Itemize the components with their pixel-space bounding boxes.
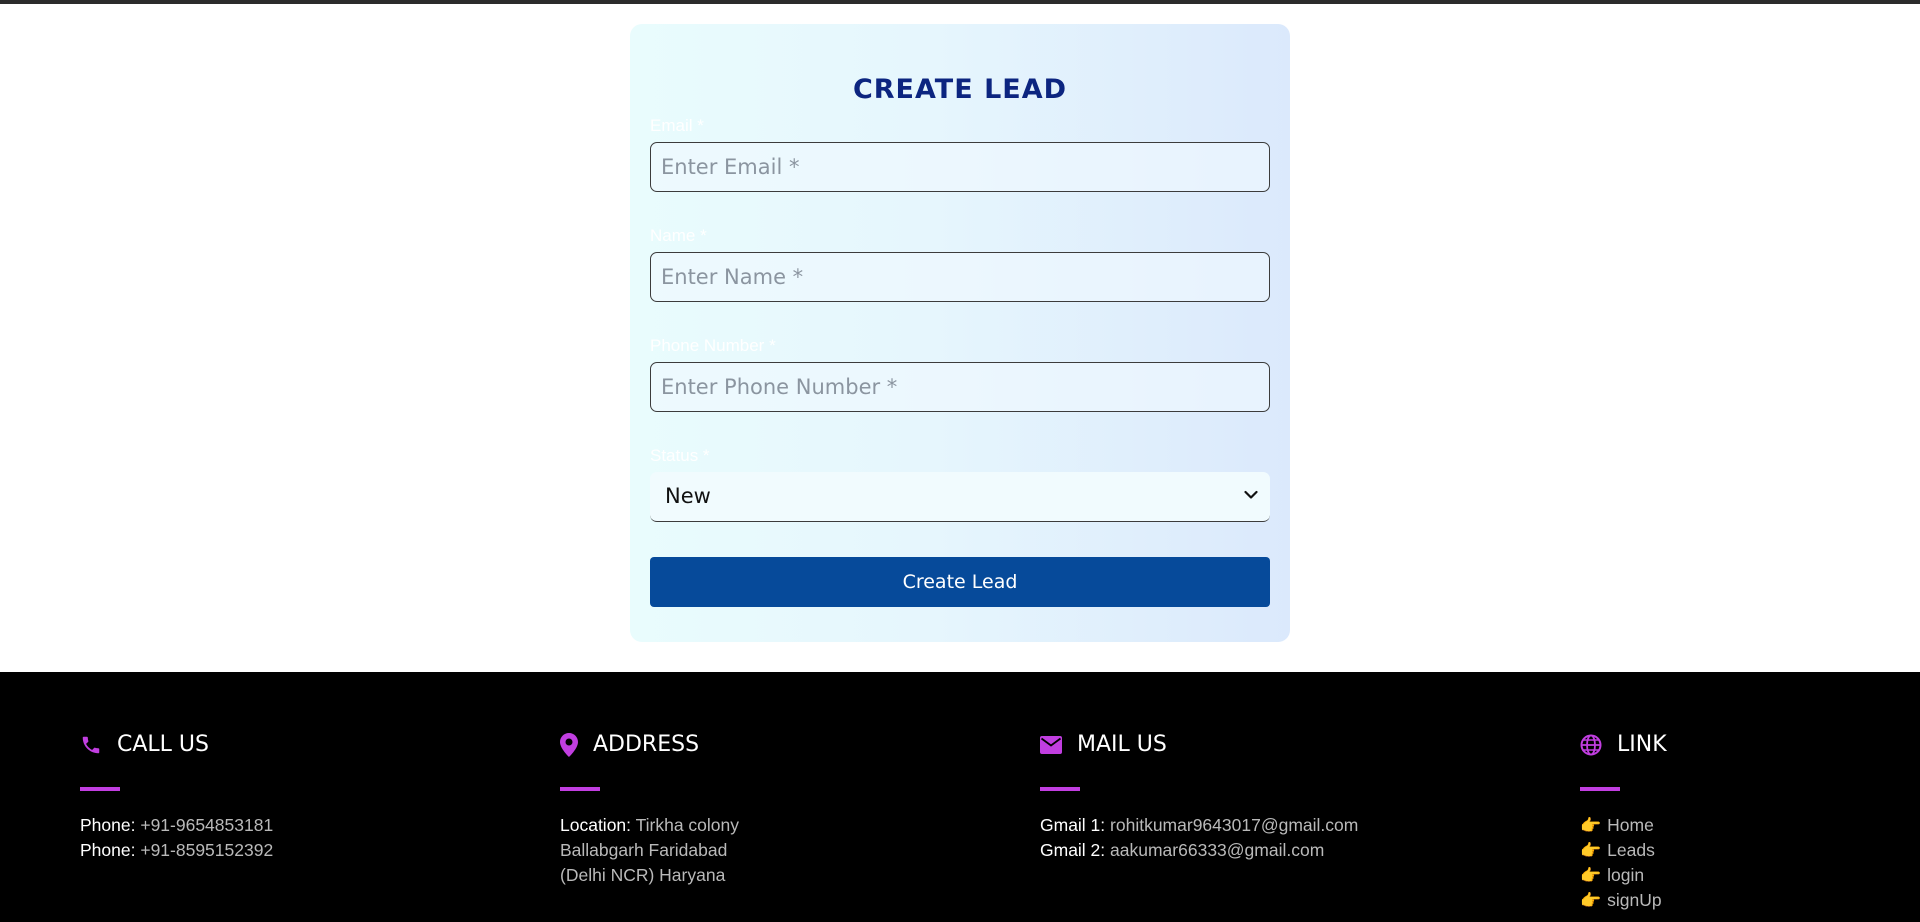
create-lead-button[interactable]: Create Lead — [650, 557, 1270, 607]
footer-link-home[interactable]: Home — [1607, 813, 1654, 838]
mail-us-title: MAIL US — [1077, 732, 1167, 757]
gmail-address-2: aakumar66333@gmail.com — [1110, 840, 1325, 860]
footer-link-login[interactable]: login — [1607, 863, 1644, 888]
pointing-hand-icon: 👉 — [1580, 866, 1602, 885]
link-underline — [1580, 787, 1620, 791]
address-title: ADDRESS — [593, 732, 700, 757]
footer-link-signup[interactable]: signUp — [1607, 888, 1661, 913]
pointing-hand-icon: 👉 — [1580, 816, 1602, 835]
link-title: LINK — [1617, 732, 1667, 757]
envelope-icon — [1040, 735, 1062, 754]
create-lead-card: CREATE LEAD Email * Name * Phone Number … — [630, 24, 1290, 642]
phone-number-2: +91-8595152392 — [140, 840, 274, 860]
email-input[interactable] — [650, 142, 1270, 192]
address-line-3: (Delhi NCR) Haryana — [560, 865, 726, 885]
status-label: Status * — [650, 446, 710, 465]
phone-line-2: Phone: +91-8595152392 — [80, 840, 274, 860]
call-us-title: CALL US — [117, 732, 209, 757]
call-us-underline — [80, 787, 120, 791]
address-line-1: Location: Tirkha colony — [560, 815, 739, 835]
footer-link-leads[interactable]: Leads — [1607, 838, 1655, 863]
mail-us-underline — [1040, 787, 1080, 791]
globe-icon — [1580, 734, 1602, 755]
gmail-line-1: Gmail 1: rohitkumar9643017@gmail.com — [1040, 815, 1359, 835]
status-select[interactable]: New — [650, 472, 1270, 522]
email-label: Email * — [650, 116, 704, 135]
form-title: CREATE LEAD — [852, 74, 1068, 105]
phone-line-1: Phone: +91-9654853181 — [80, 815, 274, 835]
name-label: Name * — [650, 226, 707, 245]
address-underline — [560, 787, 600, 791]
pointing-hand-icon: 👉 — [1580, 841, 1602, 860]
top-border — [0, 0, 1920, 4]
footer: CALL US Phone: +91-9654853181 Phone: +91… — [0, 672, 1920, 922]
pointing-hand-icon: 👉 — [1580, 891, 1602, 910]
phone-input[interactable] — [650, 362, 1270, 412]
address-line-2: Ballabgarh Faridabad — [560, 840, 728, 860]
status-selected-value: New — [665, 484, 711, 508]
gmail-address-1: rohitkumar9643017@gmail.com — [1110, 815, 1359, 835]
phone-number-1: +91-9654853181 — [140, 815, 274, 835]
chevron-down-icon — [1244, 490, 1258, 499]
name-input[interactable] — [650, 252, 1270, 302]
location-pin-icon — [560, 732, 578, 757]
phone-icon — [82, 736, 100, 753]
gmail-line-2: Gmail 2: aakumar66333@gmail.com — [1040, 840, 1325, 860]
phone-label: Phone Number * — [650, 336, 776, 355]
